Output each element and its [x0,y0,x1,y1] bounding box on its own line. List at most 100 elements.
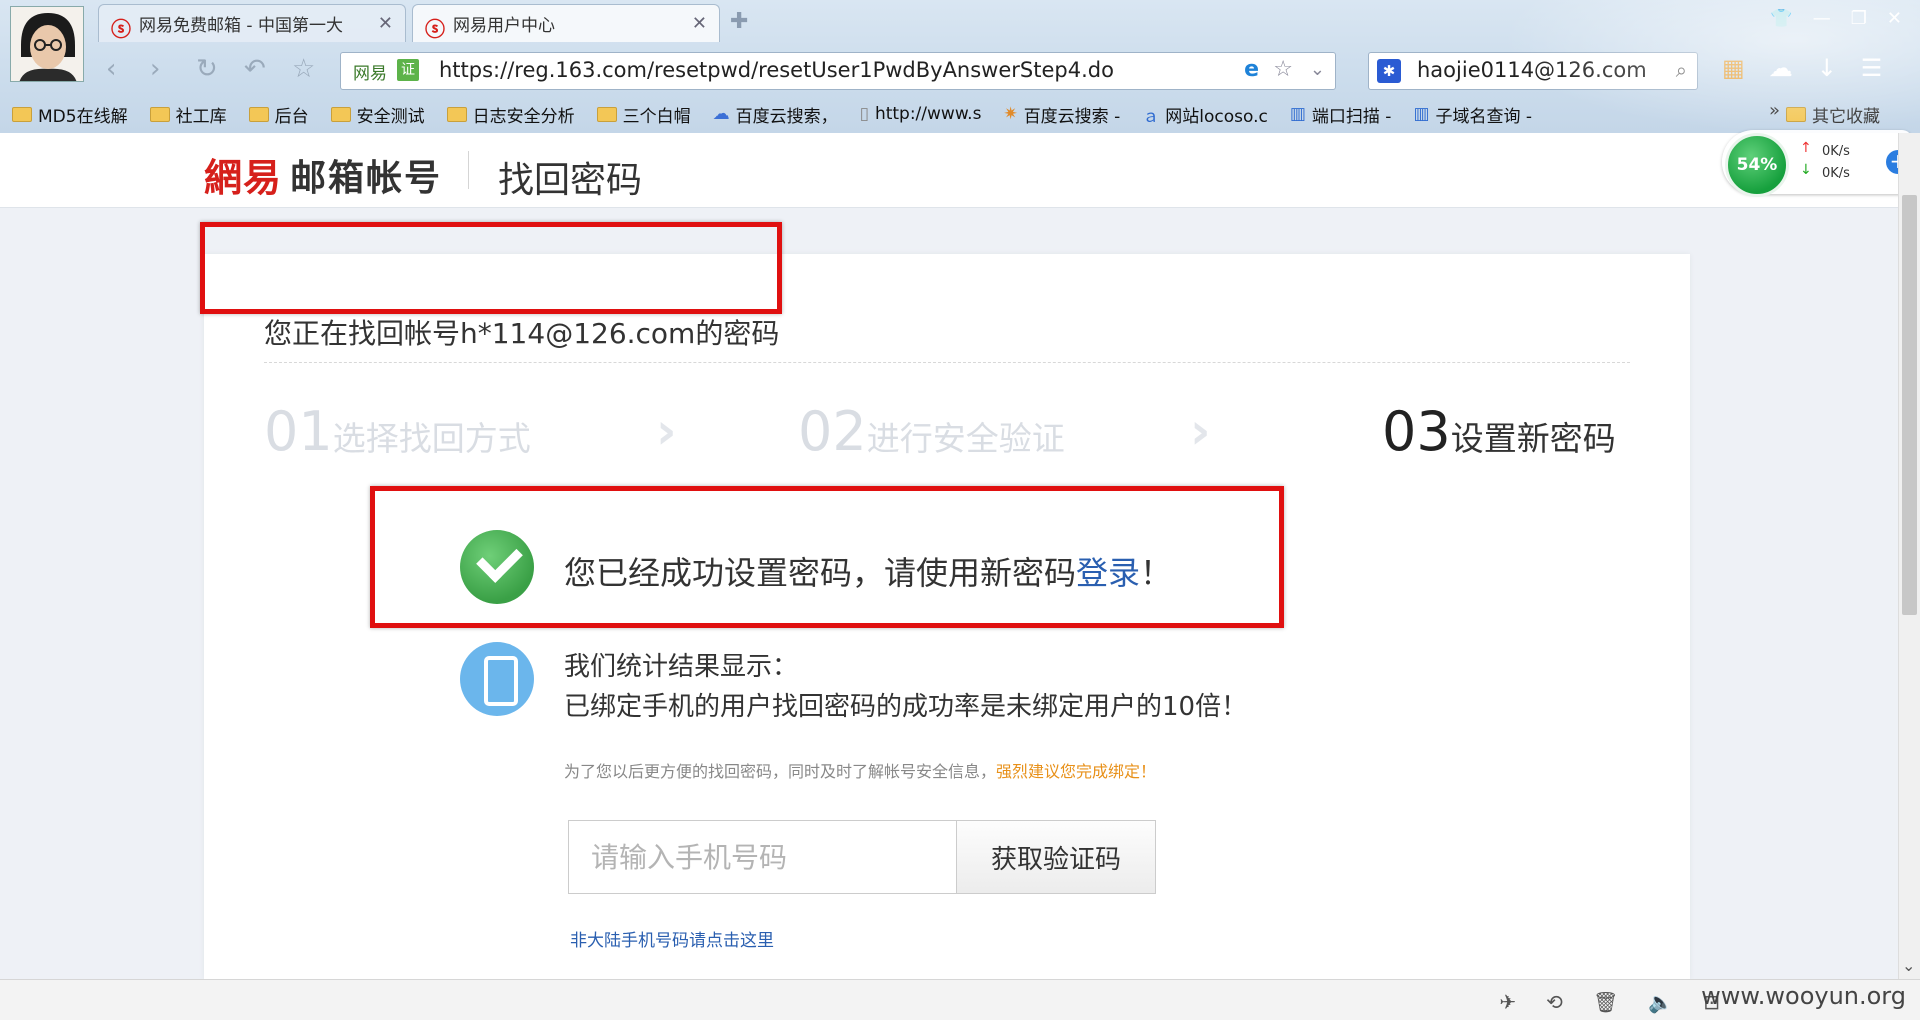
chevron-down-icon[interactable]: ⌄ [1310,59,1325,80]
search-input[interactable]: haojie0114@126.com [1417,58,1647,82]
bookmark-star-icon[interactable]: ☆ [1273,57,1293,82]
login-link[interactable]: 登录 [1076,554,1140,592]
folder-icon [446,106,467,122]
window-controls: 👕 — ❐ ✕ [1770,8,1902,29]
download-icon[interactable]: ↓ [1817,54,1837,82]
undo-close-icon[interactable]: ↶ [244,54,266,84]
user-avatar[interactable] [10,6,84,82]
cloud-icon[interactable]: ☁ [1769,54,1793,82]
close-icon[interactable]: ✕ [378,13,393,34]
bookmarks-more-icon[interactable]: » [1769,100,1780,121]
reset-password-panel: 您正在找回帐号h*114@126.com的密码 01 选择找回方式 › 02 进… [200,222,1690,980]
watermark: www.wooyun.org [1701,982,1906,1010]
bind-tip: 为了您以后更方便的找回密码，同时及时了解帐号安全信息，强烈建议您完成绑定！ [564,762,1157,781]
folder-icon [149,106,170,122]
highlight-box-account [200,222,782,314]
folder-icon [12,106,32,122]
bookmark-item[interactable]: 三个白帽 [596,102,691,127]
success-message: 您已经成功设置密码，请使用新密码登录！ [564,554,1173,592]
step-label: 选择找回方式 [332,419,531,458]
chevron-down-icon[interactable]: ⌄ [1902,956,1915,975]
page-title: 找回密码 [498,160,643,201]
volume-icon[interactable]: 🔈 [1648,990,1673,1014]
restore-icon[interactable]: ❐ [1851,8,1867,29]
phone-number-input[interactable] [568,820,958,894]
menu-icon[interactable]: ☰ [1861,54,1883,82]
folder-icon [596,106,617,122]
search-icon[interactable]: ⌕ [1676,58,1687,82]
bookmark-item[interactable]: 后台 [248,102,309,127]
logo-subtitle: 邮箱帐号 [290,158,443,199]
chevron-right-icon: › [656,402,677,460]
step-2: 02 进行安全验证 [798,400,1065,463]
bookmarks-bar: MD5在线解 社工库 后台 安全测试 日志安全分析 三个白帽 ☁ 百度云搜索， ▯… [0,98,1920,130]
address-bar[interactable]: 网易 证 https://reg.163.com/resetpwd/resetU… [340,52,1336,90]
apps-grid-icon[interactable]: ▦ [1722,54,1745,82]
bookmark-item[interactable]: ✷ 百度云搜索 - [1003,102,1120,127]
status-bar: ✈ ⟲ 🗑 🔈 ⊡ www.wooyun.org [0,979,1920,1020]
step-label: 进行安全验证 [866,419,1065,458]
status-icons: ✈ ⟲ 🗑 🔈 ⊡ [1499,990,1720,1014]
netease-logo[interactable]: 網易 [204,147,282,202]
header-divider [468,151,469,189]
site-icon: ａ [1142,106,1160,127]
toolbar-icons: ▦ ☁ ↓ ☰ [1722,54,1882,82]
baidu-paw-icon: ✱ [1377,59,1401,83]
new-tab-plus-icon[interactable]: ✚ [730,9,748,34]
step-number: 02 [798,400,867,463]
bookmark-item[interactable]: 安全测试 [330,102,425,127]
download-speed: 0K/s [1822,166,1850,181]
search-box[interactable]: ✱ haojie0114@126.com ⌕ [1368,52,1698,90]
browser-chrome: ⓢ 网易免费邮箱 - 中国第一大 ✕ ⓢ 网易用户中心 ✕ ✚ 👕 — ❐ ✕ … [0,0,1920,133]
get-code-button[interactable]: 获取验证码 [956,820,1156,894]
scan-icon: ▥ [1289,104,1306,124]
netease-logo-icon: ⓢ [425,17,445,41]
url-text[interactable]: https://reg.163.com/resetpwd/resetUser1P… [439,58,1114,82]
success-check-icon [460,530,534,604]
bookmark-item[interactable]: ａ 网站locoso.c [1142,102,1268,127]
certificate-icon[interactable]: 证 [397,59,419,81]
bookmark-item[interactable]: ▥ 子域名查询 - [1413,102,1532,127]
ie-engine-icon[interactable]: e [1244,57,1259,82]
upload-speed: 0K/s [1822,144,1850,159]
close-icon[interactable]: ✕ [692,13,707,34]
tab-netease-user-center[interactable]: ⓢ 网易用户中心 ✕ [412,4,720,42]
account-notice: 您正在找回帐号h*114@126.com的密码 [264,317,780,350]
back-arrow-icon[interactable]: ‹ [106,54,116,84]
step-number: 01 [264,400,333,463]
speedup-icon[interactable]: ⟲ [1546,990,1563,1014]
bookmark-item[interactable]: MD5在线解 [12,102,128,127]
scrollbar-thumb[interactable] [1902,195,1917,615]
page-icon: ▯ [859,104,869,124]
upload-arrow-icon: ↑ [1800,140,1812,156]
step-1: 01 选择找回方式 [264,400,531,463]
bookmark-item[interactable]: 日志安全分析 [446,102,575,127]
non-mainland-phone-link[interactable]: 非大陆手机号码请点击这里 [570,926,774,951]
pin-icon[interactable]: ✈ [1499,990,1516,1014]
minimize-icon[interactable]: — [1813,8,1831,29]
bind-warning: 强烈建议您完成绑定！ [996,762,1157,781]
tab-netease-mail[interactable]: ⓢ 网易免费邮箱 - 中国第一大 ✕ [98,4,406,42]
bookmark-item[interactable]: 社工库 [149,102,227,127]
step-3: 03 设置新密码 [1382,400,1616,463]
tab-label: 网易免费邮箱 - 中国第一大 [139,16,343,36]
bookmark-item[interactable]: ☁ 百度云搜索， [713,102,838,127]
forward-arrow-icon[interactable]: › [150,54,160,84]
vertical-scrollbar[interactable]: ⌄ [1898,133,1920,979]
folder-icon [248,106,269,122]
network-speed-widget[interactable]: 54% ↑ 0K/s ↓ 0K/s + [1722,130,1912,197]
other-bookmarks[interactable]: 其它收藏 [1786,98,1902,130]
step-number: 03 [1382,400,1451,463]
bookmark-item[interactable]: ▥ 端口扫描 - [1290,102,1392,127]
refresh-icon[interactable]: ↻ [196,54,218,84]
puzzle-icon: ✷ [1003,104,1018,124]
stat-detail: 已绑定手机的用户找回密码的成功率是未绑定用户的10倍！ [564,692,1248,722]
bookmark-item[interactable]: ▯ http://www.s [860,104,982,124]
favorite-star-icon[interactable]: ☆ [292,54,315,84]
skin-shirt-icon[interactable]: 👕 [1770,8,1792,29]
tab-label: 网易用户中心 [453,16,555,36]
trash-icon[interactable]: 🗑 [1593,990,1618,1014]
close-window-icon[interactable]: ✕ [1887,8,1902,29]
chevron-right-icon: › [1190,402,1211,460]
site-identity-label: 网易 [353,64,387,84]
